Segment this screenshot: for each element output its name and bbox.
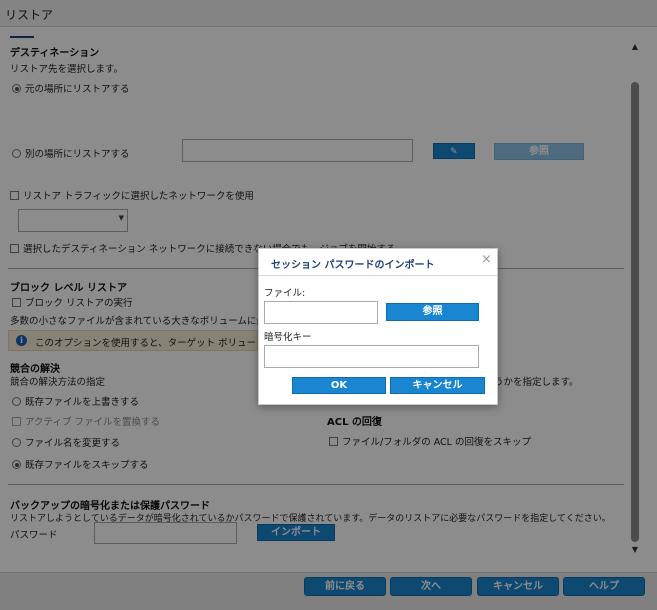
- dialog-browse-button[interactable]: 参照: [386, 303, 479, 321]
- file-input[interactable]: [264, 301, 378, 324]
- dialog-title: セッション パスワードのインポート: [271, 260, 435, 271]
- close-icon[interactable]: ×: [481, 252, 492, 267]
- ok-button[interactable]: OK: [292, 377, 386, 394]
- file-label: ファイル:: [264, 288, 306, 299]
- import-password-dialog: セッション パスワードのインポート × ファイル: 参照 暗号化キー OK キャ…: [258, 248, 498, 405]
- dialog-divider: [259, 275, 497, 276]
- dialog-cancel-button[interactable]: キャンセル: [390, 377, 485, 394]
- encryption-key-input[interactable]: [264, 345, 479, 368]
- encryption-key-label: 暗号化キー: [264, 332, 312, 343]
